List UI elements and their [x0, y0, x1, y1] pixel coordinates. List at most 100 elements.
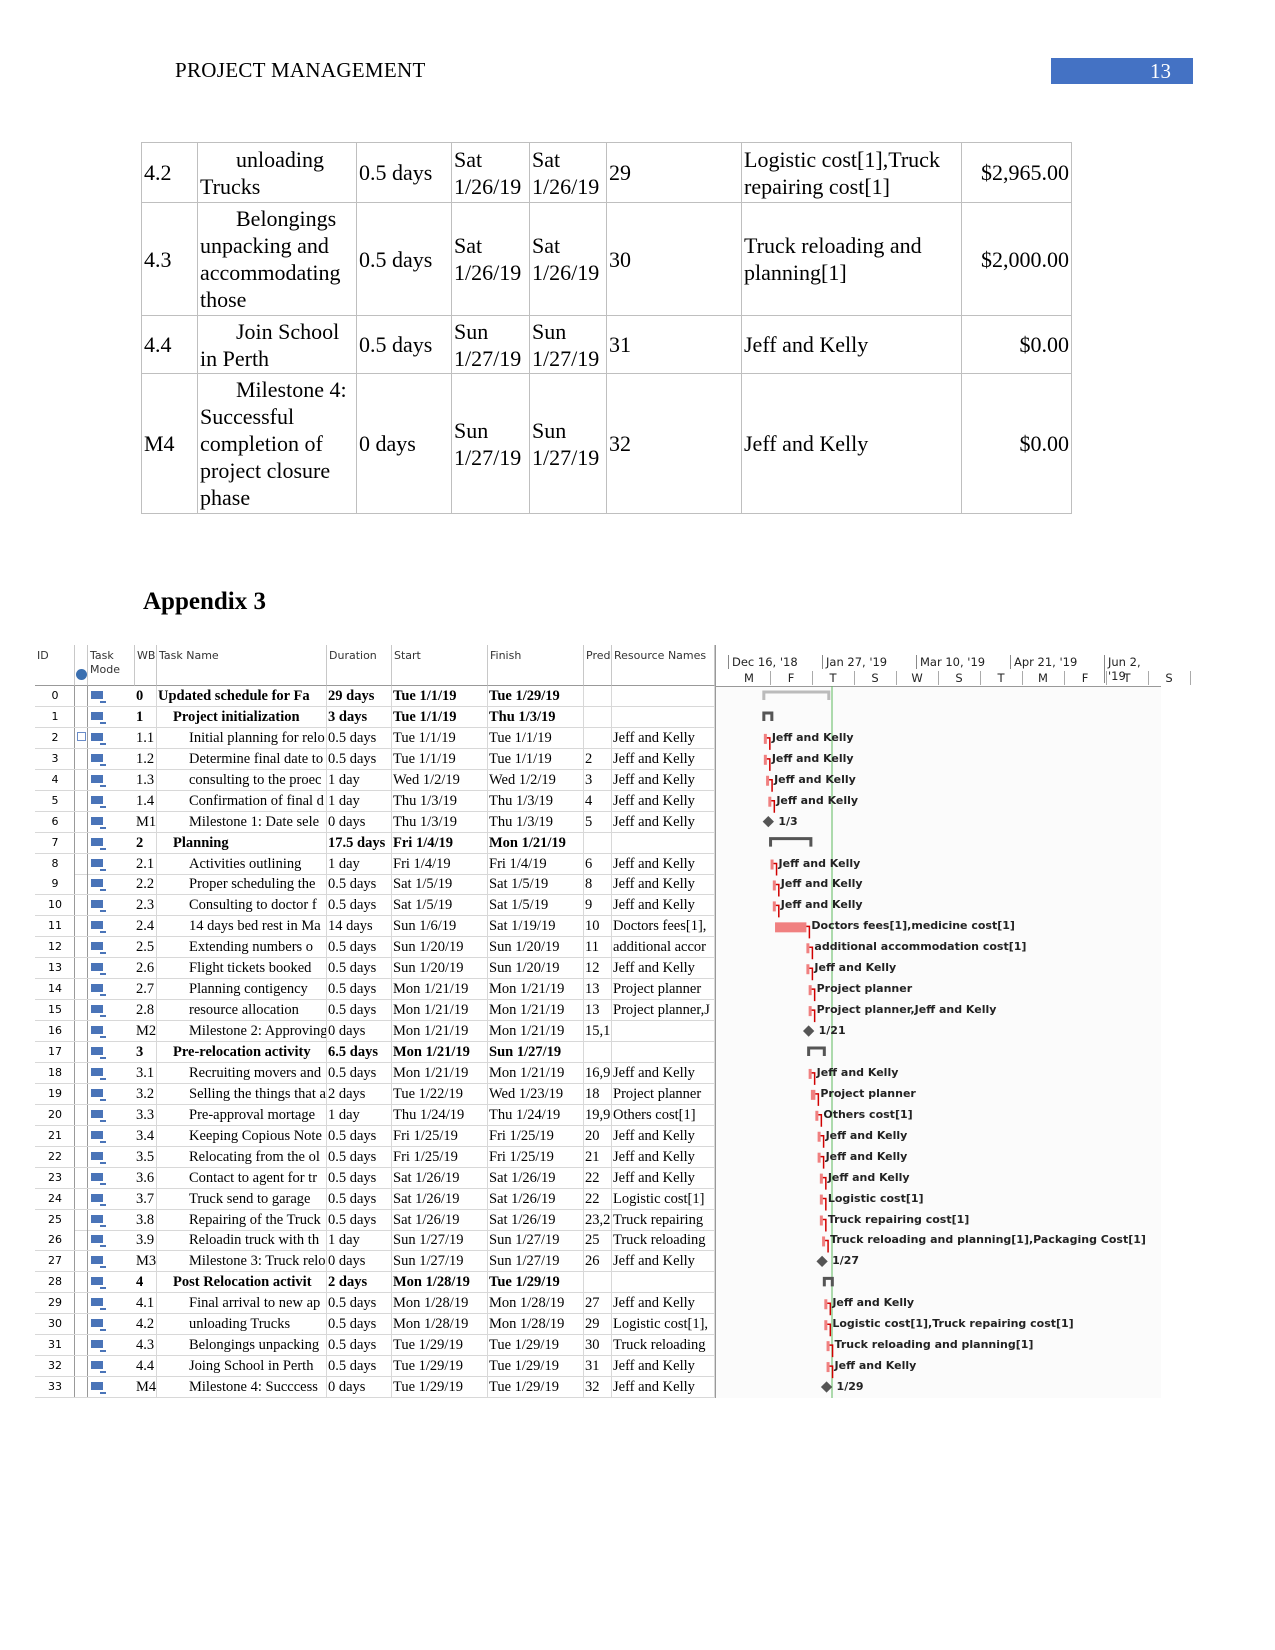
task-bar[interactable]	[770, 859, 774, 870]
document-page: { "header":{"title":"PROJECT MANAGEMENT"…	[0, 0, 1275, 1650]
task-row[interactable]: 19 3.2 Selling the things that a2 days Tue …	[35, 1083, 715, 1105]
col-header-duration[interactable]: Duration	[327, 645, 392, 686]
task-bar[interactable]	[819, 1194, 823, 1205]
task-bar[interactable]	[772, 901, 776, 912]
summary-bar[interactable]	[822, 1276, 834, 1287]
task-row[interactable]: 12 2.5 Extending numbers o 0.5 days Sun 1/20…	[35, 937, 715, 959]
task-row[interactable]: 30 4.2 unloading Trucks 0.5 days Mon 1/28/19…	[35, 1314, 715, 1336]
task-bar[interactable]	[768, 796, 772, 807]
cell-start: Fri 1/4/19	[392, 853, 488, 874]
task-row[interactable]: 28 4 Post Relocation activit 2 days Mon 1/28…	[35, 1272, 715, 1294]
task-row[interactable]: 3 1.2 Determine final date to 0.5 days Tue 1…	[35, 748, 715, 770]
summary-bar[interactable]	[769, 837, 813, 847]
col-header-finish[interactable]: Finish	[488, 645, 584, 686]
cell-start: Sun 1/6/19	[392, 916, 488, 937]
task-row[interactable]: 23 3.6 Contact to agent for tr 0.5 days Sat …	[35, 1167, 715, 1189]
task-row[interactable]: 24 3.7 Truck send to garage 0.5 days Sat 1/2…	[35, 1188, 715, 1210]
task-bar[interactable]	[806, 964, 810, 975]
task-row[interactable]: 32 4.4 Joing School in Perth 0.5 days Tue 1/…	[35, 1356, 715, 1378]
cell-duration: 17.5 days	[327, 832, 392, 853]
task-bar[interactable]	[817, 1152, 821, 1163]
task-row[interactable]: 4 1.3 consulting to the proec 1 day Wed 1/2/…	[35, 769, 715, 791]
cell-name: Proper scheduling the	[157, 874, 327, 895]
task-bar[interactable]	[826, 1341, 830, 1352]
task-row[interactable]: 26 3.9 Reloadin truck with th 1 day Sun 1/27…	[35, 1230, 715, 1252]
task-bar[interactable]	[763, 733, 767, 744]
task-row[interactable]: 6 M1 Milestone 1: Date sele 0 days Thu 1/3/1…	[35, 811, 715, 833]
summary-bar[interactable]	[762, 711, 774, 721]
task-row[interactable]: 16 M2 Milestone 2: Approving 0 days Mon 1/21…	[35, 1021, 715, 1043]
cost-row: M4 Milestone 4: Successful completion of …	[141, 373, 1072, 514]
task-bar[interactable]	[763, 754, 767, 765]
task-bar[interactable]	[810, 1089, 816, 1100]
cell-start: Sun 1/20/19	[392, 937, 488, 958]
auto-scheduled-icon	[91, 711, 106, 724]
gantt-timeline: Dec 16, '18 Jan 27, '19 Mar 10, '19 Apr 21,…	[715, 645, 1191, 1398]
milestone-diamond[interactable]	[820, 1381, 833, 1393]
task-row[interactable]: 22 3.5 Relocating from the ol 0.5 days Fri 1…	[35, 1146, 715, 1168]
task-bar[interactable]	[808, 985, 812, 996]
col-header-task-name[interactable]: Task Name	[157, 645, 327, 686]
cell-wbs: M2	[136, 1021, 157, 1042]
task-row[interactable]: 29 4.1 Final arrival to new ap 0.5 days Mon …	[35, 1293, 715, 1315]
task-bar[interactable]	[815, 1110, 819, 1121]
col-header-id[interactable]: ID	[35, 645, 75, 686]
task-row[interactable]: 20 3.3 Pre-approval mortage 1 day Thu 1/24/1…	[35, 1104, 715, 1126]
cell-pred: 9	[584, 895, 612, 916]
task-row[interactable]: 7 2 Planning 17.5 days Fri 1/4/19 Mon 1/21/19	[35, 832, 715, 854]
task-bar[interactable]	[808, 1006, 812, 1017]
cell-start: Fri 1/25/19	[392, 1146, 488, 1167]
task-bar[interactable]	[819, 1215, 823, 1226]
task-row[interactable]: 25 3.8 Repairing of the Truck 0.5 days Sat 1…	[35, 1209, 715, 1231]
task-row[interactable]: 14 2.7 Planning contigency 0.5 days Mon 1/21…	[35, 979, 715, 1001]
task-row[interactable]: 31 4.3 Belongings unpacking 0.5 days Tue 1/2…	[35, 1335, 715, 1357]
task-bar[interactable]	[824, 1320, 828, 1331]
cell-start: Tue 1/1/19	[392, 686, 488, 706]
task-bar[interactable]	[775, 922, 807, 933]
cell-id: 25	[35, 1209, 75, 1230]
milestone-diamond[interactable]	[816, 1255, 828, 1268]
task-bar[interactable]	[817, 1131, 821, 1142]
task-bar[interactable]	[824, 1299, 828, 1310]
task-row[interactable]: 10 2.3 Consulting to doctor f 0.5 days Sat 1…	[35, 895, 715, 917]
task-row[interactable]: 21 3.4 Keeping Copious Note 0.5 days Fri 1/2…	[35, 1125, 715, 1147]
task-row[interactable]: 15 2.8 resource allocation 0.5 days Mon 1/21…	[35, 1000, 715, 1022]
task-row[interactable]: 18 3.1 Recruiting movers and 0.5 days Mon 1/…	[35, 1062, 715, 1084]
task-bar[interactable]	[819, 1173, 823, 1184]
task-row[interactable]: 33 M4 Milestone 4: Succcess 0 days Tue 1/29/…	[35, 1377, 715, 1399]
task-row[interactable]: 1 1 Project initialization 3 days Tue 1/1/19…	[35, 706, 715, 728]
task-row[interactable]: 17 3 Pre-relocation activity 6.5 days Mon 1/…	[35, 1041, 715, 1063]
cell-name: Final arrival to new ap	[157, 1293, 327, 1314]
task-bar[interactable]	[766, 775, 770, 786]
task-row[interactable]: 0 0 Updated schedule for Fa 29 days Tue 1/1/…	[35, 686, 715, 707]
cell-res: Truck reloading	[612, 1230, 715, 1251]
col-header-mode[interactable]: Task Mode	[88, 645, 135, 686]
task-row[interactable]: 9 2.2 Proper scheduling the 0.5 days Sat 1/5…	[35, 874, 715, 896]
auto-scheduled-icon	[91, 1151, 106, 1164]
cell-finish: Mon 1/21/19	[488, 979, 584, 1000]
col-header-wbs[interactable]: WB	[135, 645, 157, 686]
cell-res	[612, 832, 715, 853]
task-bar[interactable]	[772, 880, 776, 891]
summary-bar[interactable]	[762, 690, 831, 700]
cell-name: Contact to agent for tr	[157, 1167, 327, 1188]
col-header-pred[interactable]: Pred	[584, 645, 612, 686]
task-bar[interactable]	[822, 1236, 826, 1247]
task-bar[interactable]	[808, 1068, 812, 1079]
task-row[interactable]: 27 M3 Milestone 3: Truck relo 0 days Sun 1/2…	[35, 1251, 715, 1273]
bar-label: Truck reloading and planning[1]	[834, 1338, 1034, 1352]
col-header-resources[interactable]: Resource Names	[612, 645, 715, 686]
task-row[interactable]: 11 2.4 14 days bed rest in Ma 14 days Sun 1/…	[35, 916, 715, 938]
milestone-diamond[interactable]	[802, 1025, 815, 1037]
task-row[interactable]: 8 2.1 Activities outlining 1 day Fri 1/4/19 F…	[35, 853, 715, 875]
task-bar[interactable]	[806, 943, 810, 954]
col-header-start[interactable]: Start	[392, 645, 488, 686]
col-header-indicators[interactable]	[75, 645, 88, 686]
task-row[interactable]: 13 2.6 Flight tickets booked 0.5 days Sun 1/…	[35, 958, 715, 980]
summary-bar[interactable]	[807, 1046, 826, 1056]
milestone-diamond[interactable]	[762, 815, 774, 828]
task-bar[interactable]	[826, 1362, 830, 1373]
auto-scheduled-icon	[91, 1277, 106, 1290]
task-row[interactable]: 5 1.4 Confirmation of final d1 day Thu 1/3/…	[35, 790, 715, 812]
task-row[interactable]: 2 1.1 Initial planning for relo 0.5 days Tue…	[35, 727, 715, 749]
